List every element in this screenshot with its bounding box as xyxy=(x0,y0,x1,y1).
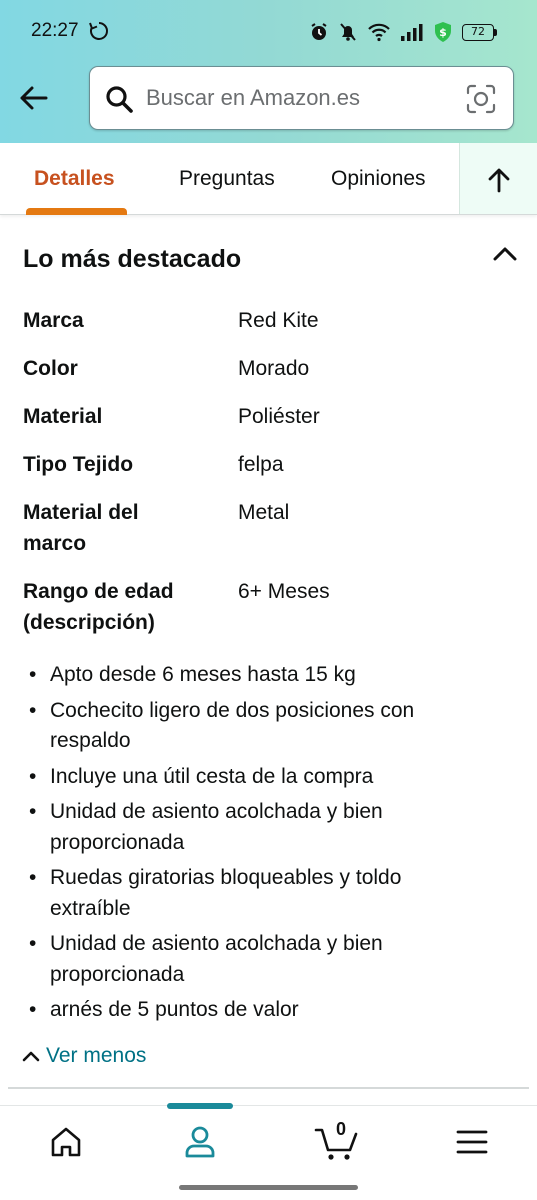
product-tabs: Detalles Preguntas Opiniones xyxy=(0,143,537,215)
home-gesture-bar[interactable] xyxy=(179,1185,358,1190)
cart-icon[interactable]: 0 xyxy=(314,1119,362,1162)
camera-lens-icon[interactable] xyxy=(465,83,497,115)
home-icon[interactable] xyxy=(46,1122,86,1162)
arrow-up-icon xyxy=(488,168,510,193)
sync-icon xyxy=(89,22,108,40)
bottom-navigation: 0 xyxy=(0,1103,537,1175)
spec-key: Tipo Tejido xyxy=(23,453,134,476)
bullet-item: Apto desde 6 meses hasta 15 kg xyxy=(27,660,487,691)
spec-key: Marca xyxy=(23,309,84,332)
tab-preguntas[interactable]: Preguntas xyxy=(179,167,275,191)
spec-key: Material del marco xyxy=(23,501,139,555)
menu-icon[interactable] xyxy=(452,1122,492,1162)
bullet-item: Ruedas giratorias bloqueables y toldo ex… xyxy=(27,863,487,924)
scroll-top-button[interactable] xyxy=(459,143,537,214)
app-header: 22:27 $ 72 Buscar en Amazon.es xyxy=(0,0,537,143)
spec-value: Morado xyxy=(238,357,310,380)
status-bar: 22:27 $ 72 xyxy=(0,0,537,62)
chevron-up-small-icon xyxy=(22,1051,40,1062)
spec-value: Red Kite xyxy=(238,309,319,332)
search-icon[interactable] xyxy=(104,84,134,114)
see-less-label: Ver menos xyxy=(46,1044,147,1067)
cart-count: 0 xyxy=(336,1119,347,1139)
battery-level: 72 xyxy=(462,23,494,41)
spec-value: felpa xyxy=(238,453,284,476)
active-tab-indicator xyxy=(26,208,127,215)
wifi-icon xyxy=(368,23,390,42)
section-title: Lo más destacado xyxy=(23,245,242,273)
mute-icon xyxy=(340,23,356,41)
bullet-item: Unidad de asiento acolchada y bien propo… xyxy=(27,797,487,858)
spec-key: Color xyxy=(23,357,78,380)
bullet-item: Cochecito ligero de dos posiciones con r… xyxy=(27,696,487,757)
bullet-item: arnés de 5 puntos de valor xyxy=(27,995,487,1026)
bullet-item: Unidad de asiento acolchada y bien propo… xyxy=(27,929,487,990)
battery-icon: 72 xyxy=(462,23,497,41)
alarm-icon xyxy=(311,23,327,40)
active-nav-indicator xyxy=(167,1103,233,1109)
search-bar[interactable] xyxy=(89,66,514,130)
spec-value: Poliéster xyxy=(238,405,320,428)
bullet-item: Incluye una útil cesta de la compra xyxy=(27,762,487,793)
see-less-link[interactable]: Ver menos xyxy=(22,1041,146,1071)
feature-bullets: Apto desde 6 meses hasta 15 kg Cochecito… xyxy=(27,660,487,1031)
account-icon[interactable] xyxy=(180,1122,220,1162)
spec-key: Material xyxy=(23,405,103,428)
tab-opiniones[interactable]: Opiniones xyxy=(331,167,426,191)
security-shield-icon: $ xyxy=(435,22,451,42)
svg-text:$: $ xyxy=(439,26,447,39)
section-divider xyxy=(8,1087,529,1089)
status-icons: $ 72 xyxy=(309,20,497,44)
search-input[interactable] xyxy=(146,77,446,119)
spec-value: 6+ Meses xyxy=(238,580,330,603)
status-time: 22:27 xyxy=(31,20,79,41)
back-arrow-icon[interactable] xyxy=(16,80,52,116)
chevron-up-icon[interactable] xyxy=(492,244,518,264)
signal-icon xyxy=(401,24,423,41)
tab-detalles[interactable]: Detalles xyxy=(34,167,115,191)
spec-key: Rango de edad (descripción) xyxy=(23,580,174,634)
spec-value: Metal xyxy=(238,501,290,524)
